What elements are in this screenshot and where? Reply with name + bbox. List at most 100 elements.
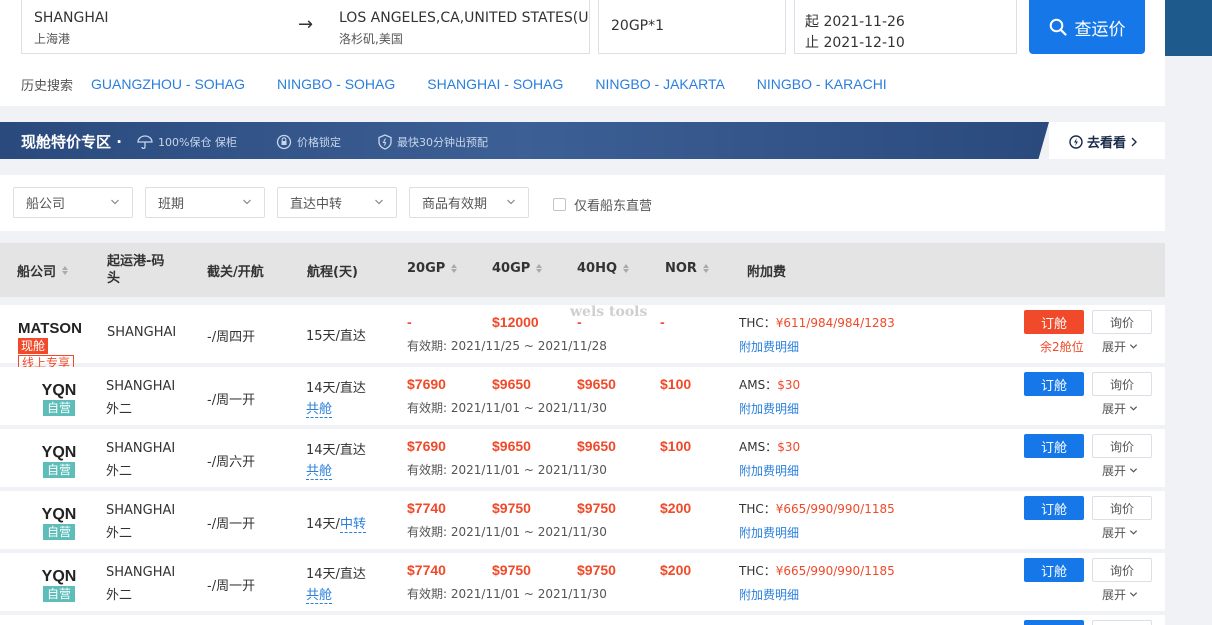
owner-only-checkbox[interactable]: 仅看船东直营: [553, 195, 652, 214]
sort-icon[interactable]: [62, 266, 69, 275]
dest-name: LOS ANGELES,CA,UNITED STATES(U...: [339, 10, 589, 26]
search-button-label: 查运价: [1074, 19, 1126, 40]
sort-icon[interactable]: [702, 264, 709, 273]
history-link[interactable]: NINGBO - KARACHI: [757, 76, 887, 92]
sort-icon[interactable]: [623, 264, 630, 273]
table-header: 船公司 起运港-码头 截关/开航 航程(天) 20GP 40GP 40HQ NO…: [0, 243, 1165, 297]
validity: 有效期: 2021/11/25 ~ 2021/11/28: [407, 339, 607, 353]
carrier-cell: YQN 自营: [0, 506, 100, 540]
price-20gp: $7740: [407, 500, 446, 516]
expand-toggle[interactable]: 展开: [1102, 338, 1138, 355]
validity: 有效期: 2021/11/01 ~ 2021/11/30: [407, 401, 607, 415]
transshipment-link[interactable]: 中转: [339, 517, 366, 533]
date-end: 止 2021-12-10: [805, 35, 905, 51]
watermark: wels tools: [570, 304, 648, 320]
book-button-partial[interactable]: [1024, 620, 1084, 625]
history-link[interactable]: NINGBO - SOHAG: [277, 76, 395, 92]
price-nor: $200: [660, 562, 692, 578]
surcharge: THC：¥611/984/984/1283: [739, 316, 895, 330]
book-button[interactable]: 订舱: [1024, 558, 1084, 582]
book-button[interactable]: 订舱: [1024, 434, 1084, 458]
inquiry-button[interactable]: 询价: [1092, 558, 1152, 582]
header-20gp[interactable]: 20GP: [407, 261, 458, 276]
schedule-select[interactable]: 班期: [145, 187, 265, 218]
port-terminal: 外二: [106, 402, 133, 417]
schedule: -/周一开: [207, 517, 256, 532]
banner-feature: 100%保仓 保柜: [137, 134, 237, 150]
chevron-down-icon: [1129, 592, 1138, 597]
banner-title: 现舱特价专区 ·: [21, 133, 122, 151]
container-field[interactable]: 20GP*1: [598, 0, 786, 54]
banner-feature: 价格锁定: [276, 134, 341, 150]
schedule: -/周一开: [207, 579, 256, 594]
surcharge: AMS：$30: [739, 440, 801, 454]
route-field[interactable]: SHANGHAI 上海港 → LOS ANGELES,CA,UNITED STA…: [21, 0, 590, 54]
route-type-select[interactable]: 直达中转: [277, 187, 397, 218]
inquiry-button[interactable]: 询价: [1092, 372, 1152, 396]
carrier-name: YQN: [41, 568, 77, 585]
inquiry-button[interactable]: 询价: [1092, 310, 1152, 334]
inquiry-button-partial[interactable]: [1092, 620, 1152, 625]
search-icon: [1049, 18, 1067, 36]
sort-icon[interactable]: [451, 264, 458, 273]
price-40gp: $9750: [492, 500, 531, 516]
header-40gp[interactable]: 40GP: [492, 261, 543, 276]
port-name: SHANGHAI: [106, 565, 176, 580]
surcharge-detail-link[interactable]: 附加费明细: [739, 524, 799, 541]
surcharge-detail-link[interactable]: 附加费明细: [739, 586, 799, 603]
search-button[interactable]: 查运价: [1029, 0, 1145, 54]
surcharge: THC：¥665/990/990/1185: [739, 502, 895, 516]
surcharge-detail-link[interactable]: 附加费明细: [739, 462, 799, 479]
banner-goto-link[interactable]: 去看看: [1069, 132, 1138, 151]
header-transit: 航程(天): [307, 265, 358, 280]
header-40hq[interactable]: 40HQ: [577, 261, 630, 276]
inquiry-button[interactable]: 询价: [1092, 434, 1152, 458]
expand-toggle[interactable]: 展开: [1102, 524, 1138, 541]
history-search: 历史搜索 GUANGZHOU - SOHAG NINGBO - SOHAG SH…: [21, 74, 919, 94]
expand-toggle[interactable]: 展开: [1102, 400, 1138, 417]
book-button[interactable]: 订舱: [1024, 310, 1084, 334]
price-20gp: $7740: [407, 562, 446, 578]
tag-self-operated: 自营: [42, 524, 75, 540]
expand-toggle[interactable]: 展开: [1102, 586, 1138, 603]
arrow-right-icon: →: [298, 14, 314, 35]
header-nor[interactable]: NOR: [665, 261, 709, 276]
port-terminal: 外二: [106, 464, 133, 479]
filter-bar: 船公司 班期 直达中转 商品有效期 仅看船东直营: [0, 175, 1165, 231]
book-button[interactable]: 订舱: [1024, 496, 1084, 520]
carrier-name: YQN: [41, 382, 77, 399]
carrier-select[interactable]: 船公司: [13, 187, 133, 218]
history-link[interactable]: GUANGZHOU - SOHAG: [91, 76, 245, 92]
promo-banner: 现舱特价专区 · 100%保仓 保柜 价格锁定 最快30分钟出预配 去看看: [0, 122, 1165, 159]
date-field[interactable]: 起 2021-11-26 止 2021-12-10: [794, 0, 1017, 54]
chevron-right-icon: [1131, 137, 1138, 146]
chevron-down-icon: [1129, 468, 1138, 473]
history-link[interactable]: NINGBO - JAKARTA: [595, 76, 724, 92]
shield-icon: [378, 134, 392, 150]
validity-select[interactable]: 商品有效期: [409, 187, 529, 218]
surcharge-detail-link[interactable]: 附加费明细: [739, 338, 799, 355]
shared-cabin-link[interactable]: 共舱: [306, 584, 333, 604]
surcharge-detail-link[interactable]: 附加费明细: [739, 400, 799, 417]
remaining-slots: 余2舱位: [1040, 340, 1084, 354]
checkbox-box[interactable]: [553, 198, 566, 211]
price-nor: -: [660, 314, 665, 330]
expand-toggle[interactable]: 展开: [1102, 462, 1138, 479]
dest-sub: 洛杉矶,美国: [339, 32, 403, 46]
port-name: SHANGHAI: [106, 503, 176, 518]
shared-cabin-link[interactable]: 共舱: [306, 460, 333, 480]
sort-icon[interactable]: [536, 264, 543, 273]
price-40hq: $9650: [577, 438, 616, 454]
inquiry-button[interactable]: 询价: [1092, 496, 1152, 520]
history-link[interactable]: SHANGHAI - SOHAG: [427, 76, 563, 92]
schedule: -/周六开: [207, 455, 256, 470]
tag-self-operated: 自营: [42, 400, 75, 416]
origin-sub: 上海港: [34, 32, 71, 46]
price-20gp: $7690: [407, 376, 446, 392]
book-button[interactable]: 订舱: [1024, 372, 1084, 396]
lock-price-icon: [276, 134, 292, 150]
shared-cabin-link[interactable]: 共舱: [306, 398, 333, 418]
carrier-name: MATSON: [18, 320, 82, 337]
price-40hq: $9750: [577, 500, 616, 516]
header-carrier[interactable]: 船公司: [17, 261, 69, 280]
